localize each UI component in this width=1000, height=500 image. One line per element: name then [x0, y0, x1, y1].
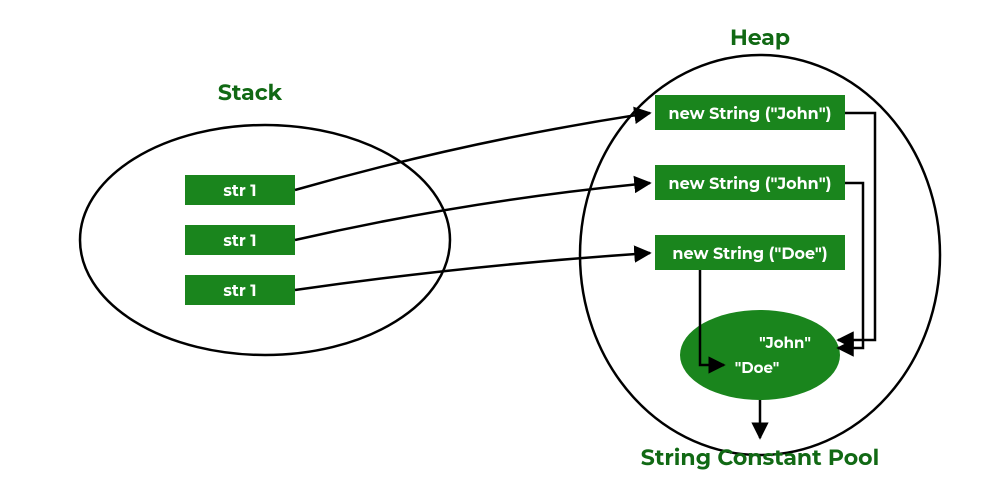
memory-diagram: Stack str 1 str 1 str 1 Heap new String …: [0, 0, 1000, 500]
string-constant-pool: "John" "Doe": [680, 310, 840, 400]
pool-value: "John": [759, 333, 811, 352]
reference-arrow: [295, 253, 650, 290]
reference-arrow: [295, 183, 650, 240]
stack-title: Stack: [218, 79, 283, 106]
stack-item: str 1: [185, 275, 295, 305]
string-constant-pool-title: String Constant Pool: [641, 444, 879, 471]
stack-item-label: str 1: [223, 282, 256, 301]
stack-item: str 1: [185, 225, 295, 255]
heap-object-label: new String ("Doe"): [672, 245, 827, 264]
heap-object-label: new String ("John"): [669, 105, 832, 124]
heap-title: Heap: [730, 24, 790, 51]
stack-item-label: str 1: [223, 182, 256, 201]
stack-item-label: str 1: [223, 232, 256, 251]
heap-object: new String ("John"): [655, 165, 845, 200]
pool-value: "Doe": [735, 358, 780, 377]
intern-arrow: [838, 113, 875, 340]
heap-object: new String ("Doe"): [655, 235, 845, 270]
stack-item: str 1: [185, 175, 295, 205]
heap-object: new String ("John"): [655, 95, 845, 130]
heap-object-label: new String ("John"): [669, 175, 832, 194]
reference-arrow: [295, 113, 650, 190]
